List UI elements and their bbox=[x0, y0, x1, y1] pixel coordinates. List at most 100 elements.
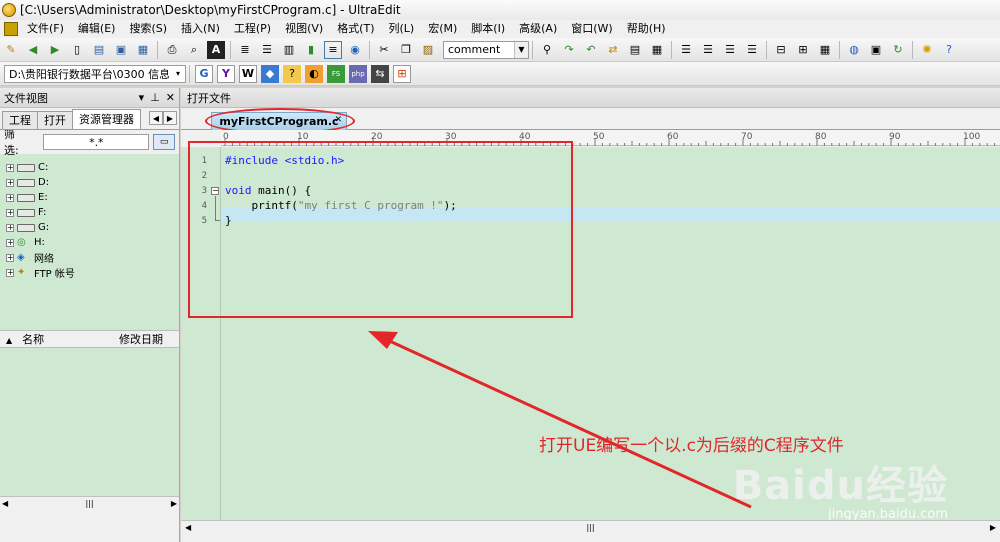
expand-icon[interactable]: + bbox=[6, 223, 14, 232]
tree-item-drive-f[interactable]: + F: bbox=[0, 205, 179, 220]
screenshot-icon[interactable]: ▣ bbox=[867, 41, 885, 59]
dropdown-icon[interactable]: ▾ bbox=[139, 91, 145, 104]
menu-project[interactable]: 工程(P) bbox=[227, 20, 278, 38]
help-icon[interactable]: ? bbox=[940, 41, 958, 59]
new-document-icon[interactable]: ▯ bbox=[68, 41, 86, 59]
split-vertical-icon[interactable]: ⊞ bbox=[794, 41, 812, 59]
tree-item-drive-d[interactable]: + D: bbox=[0, 175, 179, 190]
split-horizontal-icon[interactable]: ⊟ bbox=[772, 41, 790, 59]
tree-item-drive-g[interactable]: + G: bbox=[0, 220, 179, 235]
menu-search[interactable]: 搜索(S) bbox=[122, 20, 174, 38]
word-wrap-icon[interactable]: ≣ bbox=[236, 41, 254, 59]
cut-icon[interactable]: ✂ bbox=[375, 41, 393, 59]
tab-explorer[interactable]: 资源管理器 bbox=[72, 109, 141, 129]
save-all-icon[interactable]: ▦ bbox=[134, 41, 152, 59]
new-file-icon[interactable]: ✎ bbox=[2, 41, 20, 59]
line-numbers-icon[interactable]: ≡ bbox=[324, 40, 342, 59]
msdn-icon[interactable]: ◐ bbox=[305, 64, 323, 83]
chevron-left-icon[interactable]: ◀ bbox=[149, 111, 163, 125]
menu-help[interactable]: 帮助(H) bbox=[620, 20, 673, 38]
scroll-grip-icon[interactable]: ||| bbox=[586, 523, 594, 532]
left-scrollbar[interactable]: ◀ ||| ▶ bbox=[0, 496, 179, 510]
scroll-left-icon[interactable]: ◀ bbox=[2, 499, 8, 508]
copy-icon[interactable]: ❐ bbox=[397, 41, 415, 59]
tree-item-drive-e[interactable]: + E: bbox=[0, 190, 179, 205]
tab-open[interactable]: 打开 bbox=[37, 111, 73, 129]
find-in-files-icon[interactable]: ▤ bbox=[626, 41, 644, 59]
align-left-icon[interactable]: ☰ bbox=[677, 41, 695, 59]
print-preview-icon[interactable]: ⌕ bbox=[185, 41, 203, 59]
menu-edit[interactable]: 编辑(E) bbox=[71, 20, 123, 38]
expand-icon[interactable]: + bbox=[6, 193, 14, 202]
align-center-icon[interactable]: ☰ bbox=[699, 41, 717, 59]
dictionary-icon[interactable]: ◆ bbox=[261, 64, 279, 83]
find-prev-icon[interactable]: ↶ bbox=[582, 41, 600, 59]
menu-insert[interactable]: 插入(N) bbox=[174, 20, 227, 38]
expand-icon[interactable]: + bbox=[6, 163, 14, 172]
path-combo[interactable]: D:\贵阳银行数据平台\0300 信息分 ▾ bbox=[4, 64, 186, 83]
print-icon[interactable]: ⎙ bbox=[163, 41, 181, 59]
browser-icon[interactable]: ◉ bbox=[346, 41, 364, 59]
sort-name-column[interactable]: ▲ 名称 bbox=[6, 331, 44, 347]
windows-icon[interactable]: ⊞ bbox=[393, 64, 411, 83]
wikipedia-icon[interactable]: W bbox=[239, 64, 257, 83]
tree-item-network[interactable]: + ◈ 网络 bbox=[0, 250, 179, 265]
tip-bulb-icon[interactable]: ✺ bbox=[918, 41, 936, 59]
tile-icon[interactable]: ▦ bbox=[816, 41, 834, 59]
expand-icon[interactable]: + bbox=[6, 253, 14, 262]
forward-icon[interactable]: ▶ bbox=[46, 41, 64, 59]
chevron-down-icon[interactable]: ▼ bbox=[514, 41, 528, 58]
expand-icon[interactable]: + bbox=[6, 238, 14, 247]
menu-window[interactable]: 窗口(W) bbox=[564, 20, 619, 38]
pin-icon[interactable]: ⊥ bbox=[150, 91, 160, 104]
open-icon[interactable]: ▤ bbox=[90, 41, 108, 59]
save-icon[interactable]: ▣ bbox=[112, 41, 130, 59]
yahoo-icon[interactable]: Y bbox=[217, 64, 235, 83]
tree-item-drive-h[interactable]: + ◎ H: bbox=[0, 235, 179, 250]
chevron-right-icon[interactable]: ▶ bbox=[163, 111, 177, 125]
close-icon[interactable]: ✕ bbox=[166, 91, 175, 104]
menu-file[interactable]: 文件(F) bbox=[20, 20, 71, 38]
scroll-left-icon[interactable]: ◀ bbox=[185, 523, 191, 532]
paste-icon[interactable]: ▨ bbox=[419, 41, 437, 59]
code-editor[interactable]: 1 2 3 4 5 − #include <stdio.h> void main… bbox=[181, 141, 1000, 522]
filter-input[interactable] bbox=[43, 134, 150, 150]
scroll-right-icon[interactable]: ▶ bbox=[990, 523, 996, 532]
expand-icon[interactable]: + bbox=[6, 268, 14, 277]
scroll-grip-icon[interactable]: ||| bbox=[85, 499, 93, 508]
replace-in-files-icon[interactable]: ▦ bbox=[648, 41, 666, 59]
replace-icon[interactable]: ⇄ bbox=[604, 41, 622, 59]
hex-icon[interactable]: ▥ bbox=[280, 41, 298, 59]
editor-hscrollbar[interactable]: ◀ ||| ▶ bbox=[181, 520, 1000, 534]
menu-column[interactable]: 列(L) bbox=[382, 20, 422, 38]
web-search-icon[interactable]: ⇆ bbox=[371, 64, 389, 83]
menu-format[interactable]: 格式(T) bbox=[330, 20, 381, 38]
font-icon[interactable]: A bbox=[207, 40, 225, 59]
expand-icon[interactable]: + bbox=[6, 178, 14, 187]
column-mode-icon[interactable]: ▮ bbox=[302, 41, 320, 59]
menu-advanced[interactable]: 高级(A) bbox=[512, 20, 564, 38]
menu-macro[interactable]: 宏(M) bbox=[421, 20, 464, 38]
modified-date-column[interactable]: 修改日期 bbox=[119, 331, 163, 347]
back-icon[interactable]: ◀ bbox=[24, 41, 42, 59]
menu-script[interactable]: 脚本(I) bbox=[464, 20, 512, 38]
php-icon[interactable]: FS bbox=[327, 64, 345, 83]
find-next-icon[interactable]: ↷ bbox=[560, 41, 578, 59]
comment-combo[interactable]: comment ▼ bbox=[443, 40, 529, 59]
tree-item-ftp[interactable]: + ✦ FTP 帐号 bbox=[0, 265, 179, 280]
google-icon[interactable]: G bbox=[195, 64, 213, 83]
scroll-right-icon[interactable]: ▶ bbox=[171, 499, 177, 508]
align-right-icon[interactable]: ☰ bbox=[721, 41, 739, 59]
tab-project[interactable]: 工程 bbox=[2, 111, 38, 129]
globe-icon[interactable]: ◍ bbox=[845, 41, 863, 59]
justify-icon[interactable]: ☰ bbox=[743, 41, 761, 59]
chevron-down-icon[interactable]: ▾ bbox=[171, 65, 185, 82]
folder-open-icon[interactable]: ▭ bbox=[153, 134, 175, 150]
thesaurus-icon[interactable]: ? bbox=[283, 64, 301, 83]
tree-item-drive-c[interactable]: + C: bbox=[0, 160, 179, 175]
format-icon[interactable]: ☰ bbox=[258, 41, 276, 59]
app-menu-icon[interactable] bbox=[4, 22, 18, 36]
refresh-icon[interactable]: ↻ bbox=[889, 41, 907, 59]
php-manual-icon[interactable]: php bbox=[349, 64, 367, 83]
find-icon[interactable]: ⚲ bbox=[538, 41, 556, 59]
